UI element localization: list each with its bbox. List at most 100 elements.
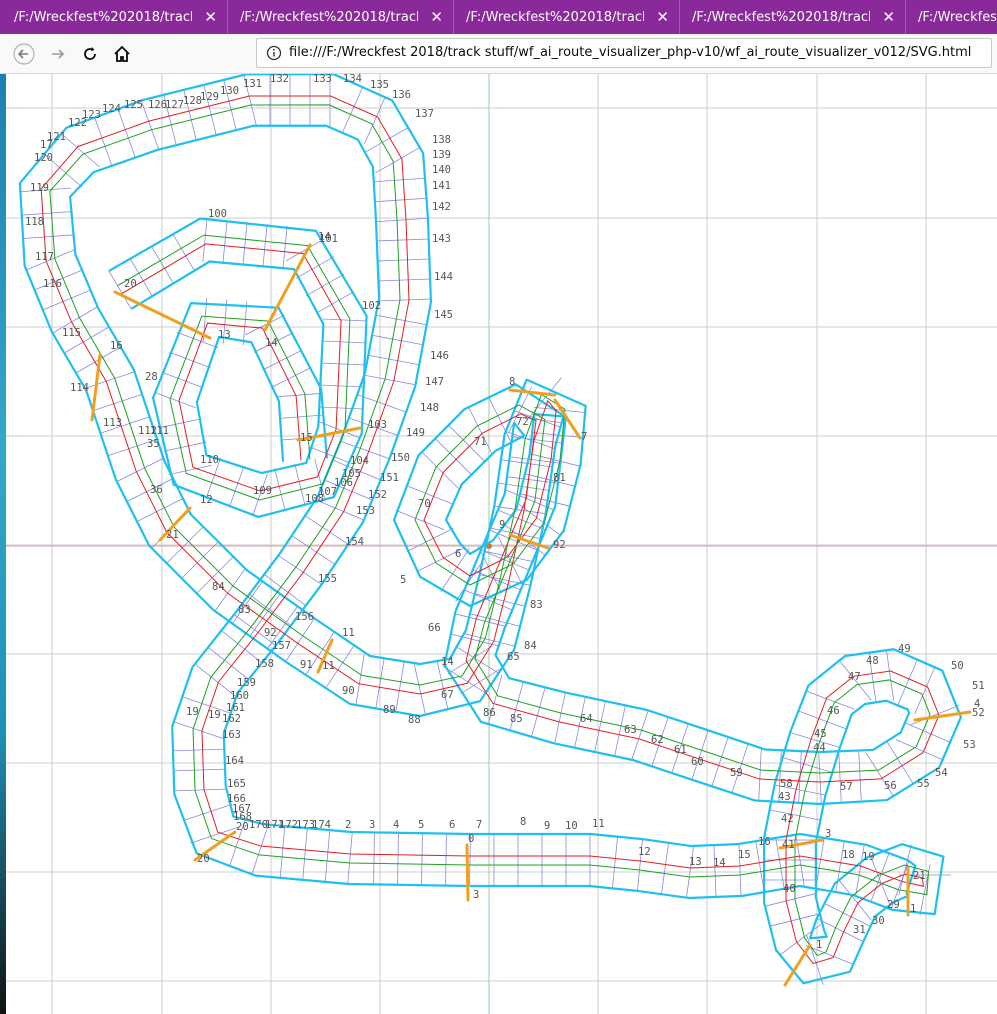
node-label: 155 bbox=[318, 573, 337, 585]
spoke bbox=[612, 836, 618, 889]
node-label: 45 bbox=[814, 728, 827, 740]
spoke bbox=[117, 108, 136, 158]
node-label: 135 bbox=[370, 79, 389, 91]
spoke bbox=[903, 721, 952, 744]
spoke bbox=[291, 535, 336, 565]
url-text[interactable]: file:///F:/Wreckfest 2018/track stuff/wf… bbox=[289, 45, 971, 60]
node-label: 72 bbox=[516, 416, 529, 428]
spoke bbox=[755, 840, 765, 893]
spoke bbox=[364, 374, 416, 386]
node-label: 50 bbox=[951, 660, 964, 672]
node-label: 18 bbox=[842, 849, 855, 861]
tab-3[interactable]: /F:/Wreckfest%202018/track%20stuff/wf_ai… bbox=[454, 0, 680, 34]
url-bar[interactable]: file:///F:/Wreckfest 2018/track stuff/wf… bbox=[256, 38, 992, 68]
spoke bbox=[294, 463, 306, 507]
node-label: 146 bbox=[430, 350, 449, 362]
node-label: 36 bbox=[150, 484, 163, 496]
tab-close-icon[interactable]: ✕ bbox=[204, 8, 217, 26]
node-label: 11 bbox=[592, 818, 605, 830]
spoke bbox=[321, 362, 365, 366]
spoke bbox=[173, 721, 223, 739]
node-label: 91 bbox=[300, 659, 313, 671]
node-label: 90 bbox=[342, 685, 355, 697]
node-label: 43 bbox=[778, 791, 791, 803]
node-label: 153 bbox=[356, 505, 375, 517]
node-label: 131 bbox=[243, 78, 262, 90]
tab-close-icon[interactable]: ✕ bbox=[656, 8, 669, 26]
spoke bbox=[769, 809, 821, 821]
node-label: 14 bbox=[318, 231, 331, 243]
node-label: 30 bbox=[872, 915, 885, 927]
node-label: 35 bbox=[147, 438, 160, 450]
reload-icon[interactable] bbox=[76, 40, 104, 68]
spoke bbox=[914, 665, 936, 715]
spoke bbox=[519, 493, 571, 507]
node-label: 159 bbox=[237, 677, 256, 689]
info-icon[interactable] bbox=[266, 45, 282, 65]
node-label: 31 bbox=[853, 924, 866, 936]
tab-4[interactable]: /F:/Wreckfest%202018/track%20stuff/wf_ai… bbox=[680, 0, 906, 34]
back-arrow-icon[interactable] bbox=[10, 40, 38, 68]
tab-close-icon[interactable]: ✕ bbox=[430, 8, 443, 26]
node-label: 1 bbox=[816, 939, 822, 951]
node-label: 114 bbox=[70, 382, 89, 394]
spoke bbox=[94, 117, 113, 167]
spoke bbox=[445, 833, 447, 886]
spoke bbox=[375, 314, 427, 326]
spoke bbox=[357, 394, 407, 413]
node-label: 100 bbox=[208, 208, 227, 220]
spoke bbox=[279, 414, 324, 419]
node-label: 158 bbox=[255, 658, 274, 670]
node-label: 40 bbox=[783, 883, 796, 895]
tab-title: /F:/Wreckfest%202018/track%20stuff/wf_ai… bbox=[14, 9, 192, 25]
spoke bbox=[397, 832, 399, 885]
home-icon[interactable] bbox=[108, 40, 136, 68]
spoke bbox=[711, 736, 729, 787]
track-outline bbox=[18, 74, 963, 985]
node-label: 141 bbox=[432, 180, 451, 192]
node-label: 136 bbox=[392, 89, 411, 101]
spoke bbox=[324, 830, 331, 882]
node-label: 0 bbox=[468, 833, 474, 845]
node-label: 112 bbox=[138, 425, 157, 437]
node-label: 17 bbox=[40, 139, 53, 151]
node-label: 145 bbox=[434, 309, 453, 321]
node-label: 4 bbox=[974, 698, 980, 710]
spoke bbox=[413, 664, 427, 716]
tab-5[interactable]: /F:/Wreckfest%202018/track%20stuff/wf_ai… bbox=[906, 0, 997, 34]
node-label: 127 bbox=[165, 99, 184, 111]
forward-arrow-icon[interactable] bbox=[44, 40, 72, 68]
node-label: 14 bbox=[713, 857, 726, 869]
tab-1[interactable]: /F:/Wreckfest%202018/track%20stuff/wf_ai… bbox=[2, 0, 228, 34]
spoke bbox=[323, 318, 367, 322]
node-label: 3 bbox=[473, 889, 479, 901]
spoke bbox=[421, 451, 459, 489]
node-label: 64 bbox=[580, 713, 593, 725]
node-label: 21 bbox=[166, 529, 179, 541]
node-label: 5 bbox=[418, 819, 424, 831]
tab-title: /F:/Wreckfest%202018/track%20stuff/wf_ai… bbox=[240, 9, 418, 25]
node-label: 140 bbox=[432, 164, 451, 176]
spoke bbox=[274, 468, 286, 512]
spoke bbox=[262, 224, 268, 268]
tab-2[interactable]: /F:/Wreckfest%202018/track%20stuff/wf_ai… bbox=[228, 0, 454, 34]
tab-close-icon[interactable]: ✕ bbox=[882, 8, 895, 26]
node-label: 62 bbox=[651, 734, 664, 746]
spoke bbox=[554, 692, 566, 744]
start-markers bbox=[90, 243, 972, 987]
navigation-bar: file:///F:/Wreckfest 2018/track stuff/wf… bbox=[0, 34, 997, 74]
node-label: 65 bbox=[507, 651, 520, 663]
spoke bbox=[713, 845, 717, 897]
node-label: 9 bbox=[499, 519, 505, 531]
spoke bbox=[320, 384, 364, 388]
spoke bbox=[245, 314, 285, 336]
spoke bbox=[20, 211, 73, 216]
node-label: 84 bbox=[212, 581, 225, 593]
spoke bbox=[278, 555, 322, 585]
spoke bbox=[377, 258, 430, 262]
node-label: 3 bbox=[369, 819, 375, 831]
spoke bbox=[174, 788, 226, 792]
node-label: 143 bbox=[432, 233, 451, 245]
spoke bbox=[85, 371, 135, 389]
node-label: 102 bbox=[362, 300, 381, 312]
